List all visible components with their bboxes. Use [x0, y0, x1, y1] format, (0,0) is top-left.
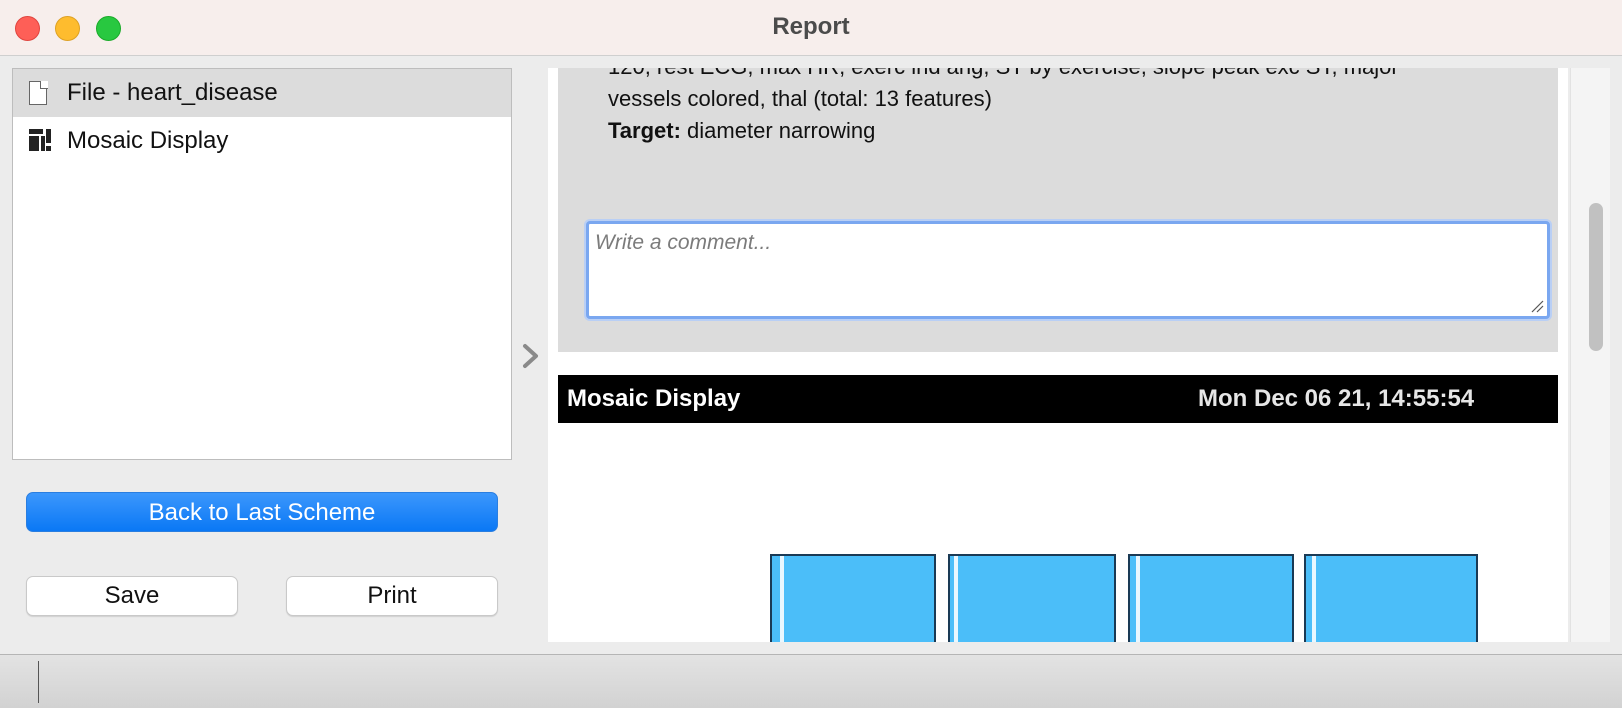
mosaic-tile [770, 554, 936, 642]
list-item-label: File - heart_disease [67, 79, 278, 106]
resize-grip-icon[interactable] [1530, 299, 1544, 313]
section-header-bar: Mosaic Display Mon Dec 06 21, 14:55:54 [558, 375, 1558, 423]
list-item-file[interactable]: File - heart_disease [13, 69, 511, 117]
mosaic-icon [29, 129, 51, 153]
window-title: Report [772, 13, 850, 40]
status-divider [38, 661, 39, 703]
file-icon [29, 80, 51, 105]
save-button[interactable]: Save [26, 576, 238, 616]
data-section: 120, rest ECG, max HR, exerc ind ang, ST… [558, 68, 1558, 352]
data-features-text-continued: vessels colored, thal (total: 13 feature… [608, 86, 992, 111]
target-label: Target: [608, 118, 681, 143]
section-timestamp: Mon Dec 06 21, 14:55:54 [1198, 385, 1475, 412]
status-bar [0, 654, 1622, 708]
mosaic-tile [1128, 554, 1294, 642]
scrollbar-thumb[interactable] [1589, 203, 1603, 351]
mosaic-tile [1304, 554, 1478, 642]
print-button[interactable]: Print [286, 576, 498, 616]
target-line: Target: diameter narrowing [608, 118, 875, 144]
vertical-scrollbar[interactable] [1570, 68, 1610, 642]
chevron-right-icon[interactable] [520, 342, 542, 370]
title-bar: Report [0, 0, 1622, 56]
section-title: Mosaic Display [567, 385, 741, 412]
report-items-list[interactable]: File - heart_disease Mosaic Display [12, 68, 512, 460]
mosaic-tile [948, 554, 1116, 642]
list-item-mosaic-display[interactable]: Mosaic Display [13, 117, 511, 165]
report-window: Report File - heart_disease Mosaic Displ… [0, 0, 1622, 708]
target-value: diameter narrowing [680, 118, 876, 143]
comment-textarea[interactable]: Write a comment... [586, 221, 1550, 319]
comment-placeholder: Write a comment... [595, 231, 772, 254]
back-to-last-scheme-button[interactable]: Back to Last Scheme [26, 492, 498, 532]
report-view[interactable]: 120, rest ECG, max HR, exerc ind ang, ST… [548, 68, 1568, 642]
data-features-text: 120, rest ECG, max HR, exerc ind ang, ST… [608, 68, 1399, 80]
list-item-label: Mosaic Display [67, 127, 229, 154]
